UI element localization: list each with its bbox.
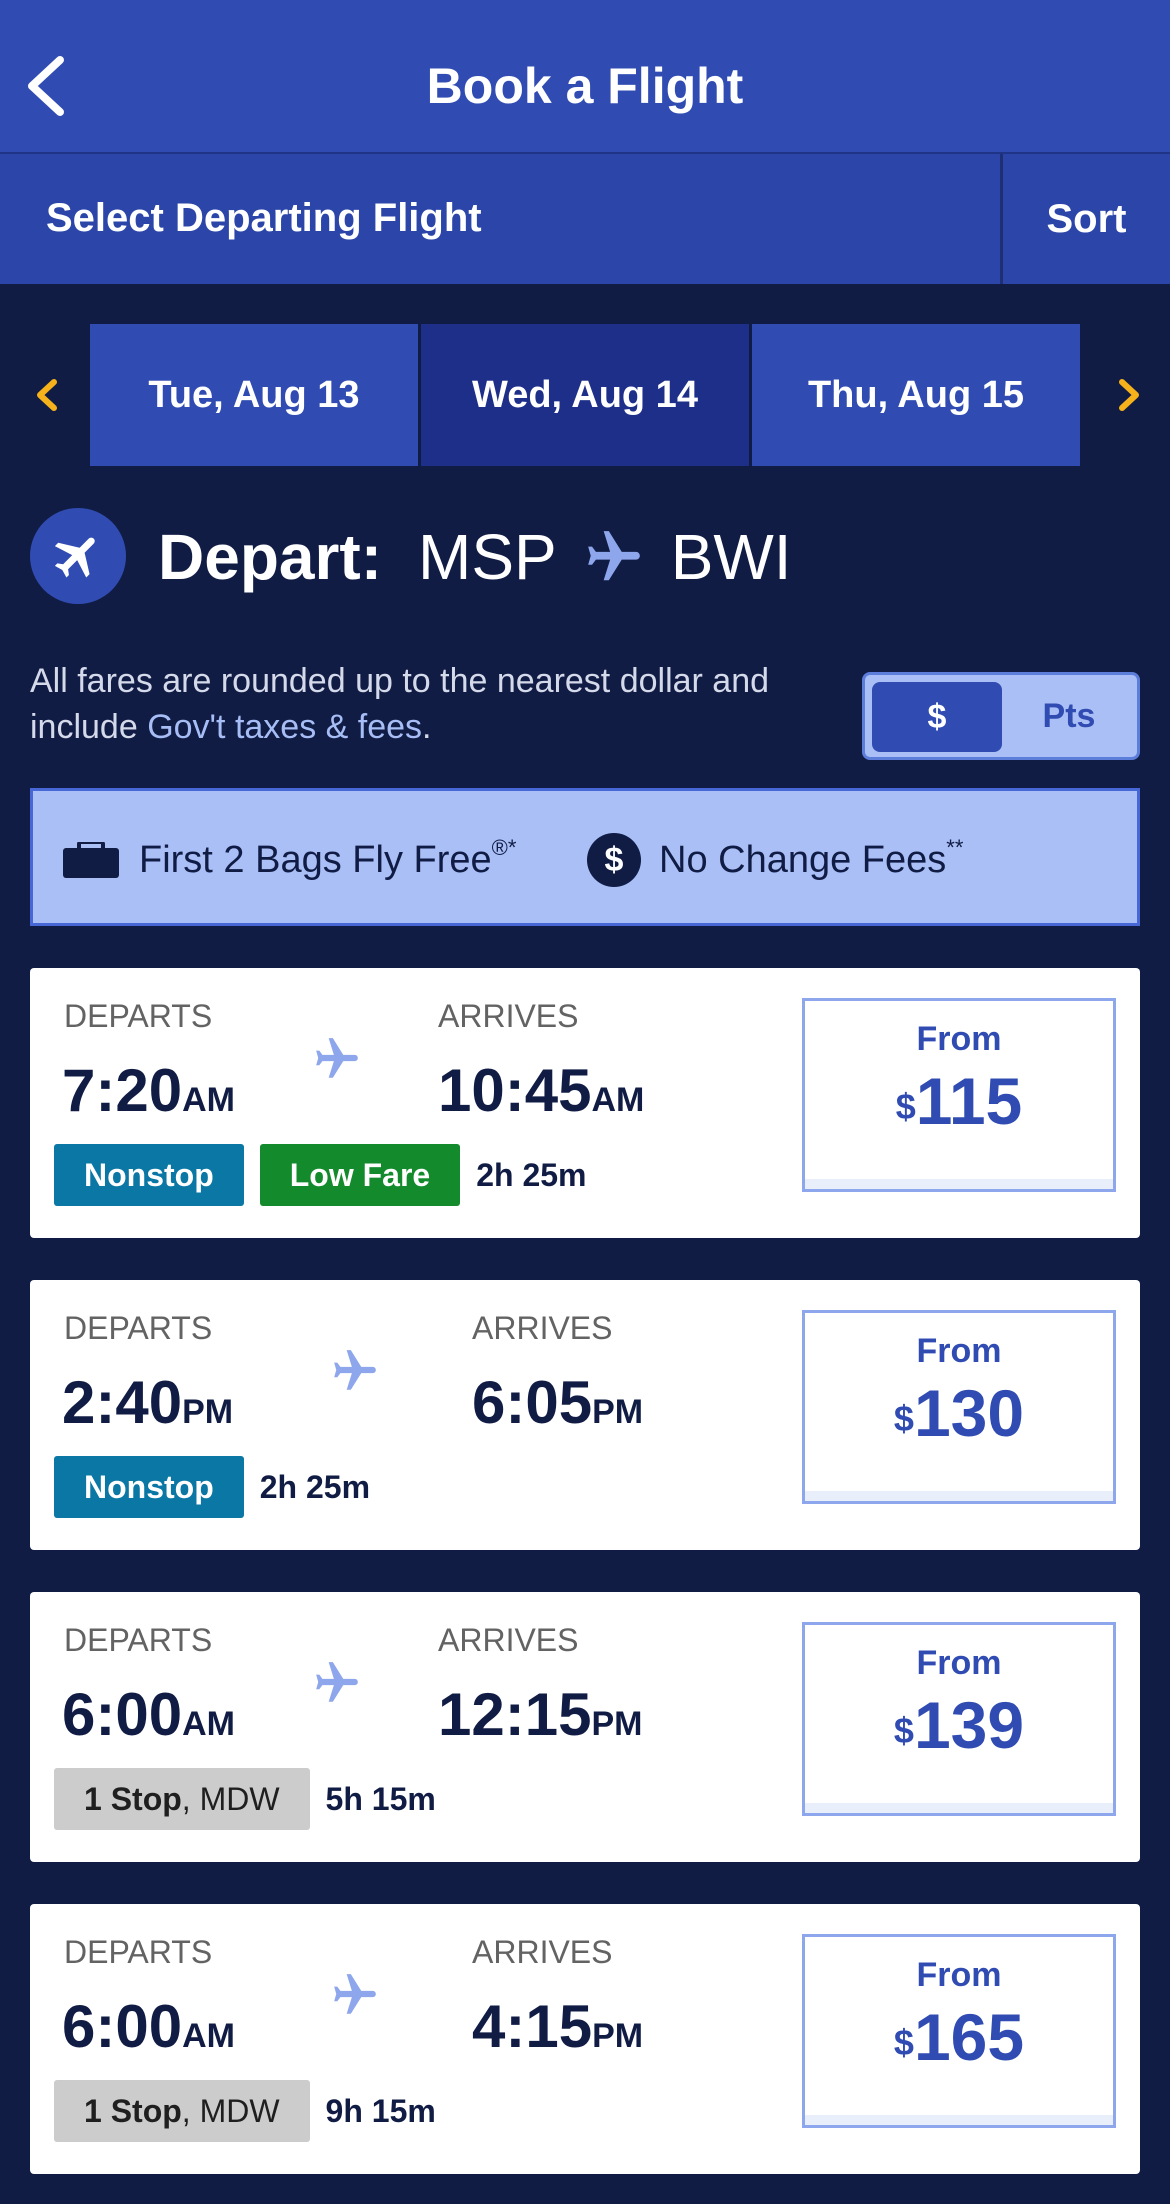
- arrival-time: 6:05PM: [472, 1369, 644, 1436]
- perks-banner: First 2 Bags Fly Free ®* $ No Change Fees…: [30, 788, 1140, 926]
- origin-airport: MSP: [418, 521, 557, 593]
- from-label: From: [916, 1332, 1002, 1370]
- arrives-label: ARRIVES: [472, 1310, 613, 1346]
- airplane-icon: [316, 1662, 358, 1702]
- dollars-option[interactable]: $: [872, 682, 1002, 752]
- departure-time: 7:20AM: [62, 1057, 235, 1124]
- flight-card[interactable]: DEPARTS 2:40PM ARRIVES 6:05PM Nonstop 2h…: [30, 1280, 1140, 1550]
- date-selector: Tue, Aug 13 Wed, Aug 14 Thu, Aug 15: [0, 324, 1170, 466]
- fees-text: No Change Fees: [659, 838, 947, 881]
- depart-route: Depart: MSP BWI: [30, 508, 1130, 606]
- departure-time: 6:00AM: [62, 1993, 235, 2060]
- fare-note-end: .: [422, 708, 432, 746]
- airplane-icon: [334, 1350, 376, 1390]
- suitcase-icon: [63, 842, 119, 878]
- route-text: MSP BWI: [418, 522, 792, 592]
- flight-card[interactable]: DEPARTS 6:00AM ARRIVES 4:15PM 1 Stop, MD…: [30, 1904, 1140, 2174]
- flight-card[interactable]: DEPARTS 6:00AM ARRIVES 12:15PM 1 Stop, M…: [30, 1592, 1140, 1862]
- sort-button[interactable]: Sort: [1000, 154, 1170, 284]
- arrives-label: ARRIVES: [472, 1934, 613, 1970]
- date-tab-aug-13[interactable]: Tue, Aug 13: [90, 324, 418, 466]
- low-fare-badge: Low Fare: [259, 1144, 461, 1206]
- page-title: Book a Flight: [426, 58, 744, 114]
- bags-footnote-mark: ®*: [491, 835, 517, 860]
- departure-time: 6:00AM: [62, 1681, 235, 1748]
- airplane-icon: [334, 1974, 376, 2014]
- date-tab-aug-14[interactable]: Wed, Aug 14: [421, 324, 749, 466]
- no-change-fees: $ No Change Fees **: [587, 833, 964, 887]
- nonstop-badge: Nonstop: [54, 1144, 244, 1206]
- fees-footnote-mark: **: [946, 835, 964, 860]
- fare-price: $139: [893, 1688, 1025, 1762]
- select-departing-label: Select Departing Flight: [46, 196, 482, 240]
- departs-label: DEPARTS: [64, 998, 213, 1034]
- bags-fly-free: First 2 Bags Fly Free ®*: [63, 835, 516, 885]
- fare-price-button[interactable]: From $139: [802, 1622, 1116, 1816]
- arrives-label: ARRIVES: [438, 1622, 579, 1658]
- fare-price: $115: [895, 1064, 1023, 1138]
- departs-label: DEPARTS: [64, 1622, 213, 1658]
- points-option[interactable]: Pts: [1001, 675, 1137, 757]
- flight-card[interactable]: DEPARTS 7:20AM ARRIVES 10:45AM Nonstop L…: [30, 968, 1140, 1238]
- stop-badge: 1 Stop, MDW: [54, 1768, 310, 1830]
- from-label: From: [916, 1644, 1002, 1682]
- subheader-bar: Select Departing Flight Sort: [0, 152, 1170, 284]
- departs-label: DEPARTS: [64, 1310, 213, 1346]
- arrival-time: 4:15PM: [472, 1993, 644, 2060]
- depart-label: Depart:: [158, 521, 383, 593]
- flight-duration: 9h 15m: [325, 2092, 436, 2129]
- airplane-icon: [316, 1038, 358, 1078]
- fare-price: $165: [893, 2000, 1025, 2074]
- from-label: From: [916, 1020, 1002, 1058]
- taxes-fees-link[interactable]: Gov't taxes & fees: [147, 708, 422, 746]
- fare-price-button[interactable]: From $165: [802, 1934, 1116, 2128]
- next-date-chevron-icon[interactable]: [1110, 362, 1150, 428]
- nonstop-badge: Nonstop: [54, 1456, 244, 1518]
- arrives-label: ARRIVES: [438, 998, 579, 1034]
- airplane-icon: [30, 508, 126, 604]
- arrival-time: 12:15PM: [438, 1681, 643, 1748]
- destination-airport: BWI: [670, 521, 792, 593]
- flight-tags: 1 Stop, MDW 5h 15m: [54, 1768, 436, 1830]
- from-label: From: [916, 1956, 1002, 1994]
- bags-text: First 2 Bags Fly Free: [139, 838, 492, 881]
- departs-label: DEPARTS: [64, 1934, 213, 1970]
- fare-price-button[interactable]: From $115: [802, 998, 1116, 1192]
- flight-tags: Nonstop 2h 25m: [54, 1456, 370, 1518]
- app-header: Book a Flight: [0, 0, 1170, 152]
- currency-toggle: $ Pts: [862, 672, 1140, 760]
- arrival-time: 10:45AM: [438, 1057, 645, 1124]
- flight-duration: 2h 25m: [259, 1468, 371, 1505]
- flight-tags: Nonstop Low Fare 2h 25m: [54, 1144, 587, 1206]
- flight-tags: 1 Stop, MDW 9h 15m: [54, 2080, 436, 2142]
- flight-duration: 2h 25m: [476, 1156, 587, 1193]
- stop-badge: 1 Stop, MDW: [54, 2080, 310, 2142]
- fare-price-button[interactable]: From $130: [802, 1310, 1116, 1504]
- flight-duration: 5h 15m: [325, 1780, 436, 1817]
- route-airplane-icon: [587, 531, 640, 581]
- fare-note: All fares are rounded up to the nearest …: [30, 658, 850, 750]
- previous-date-chevron-icon[interactable]: [26, 362, 66, 428]
- dollar-coin-icon: $: [587, 833, 641, 887]
- departure-time: 2:40PM: [62, 1369, 234, 1436]
- date-tab-aug-15[interactable]: Thu, Aug 15: [752, 324, 1080, 466]
- fare-price: $130: [893, 1376, 1025, 1450]
